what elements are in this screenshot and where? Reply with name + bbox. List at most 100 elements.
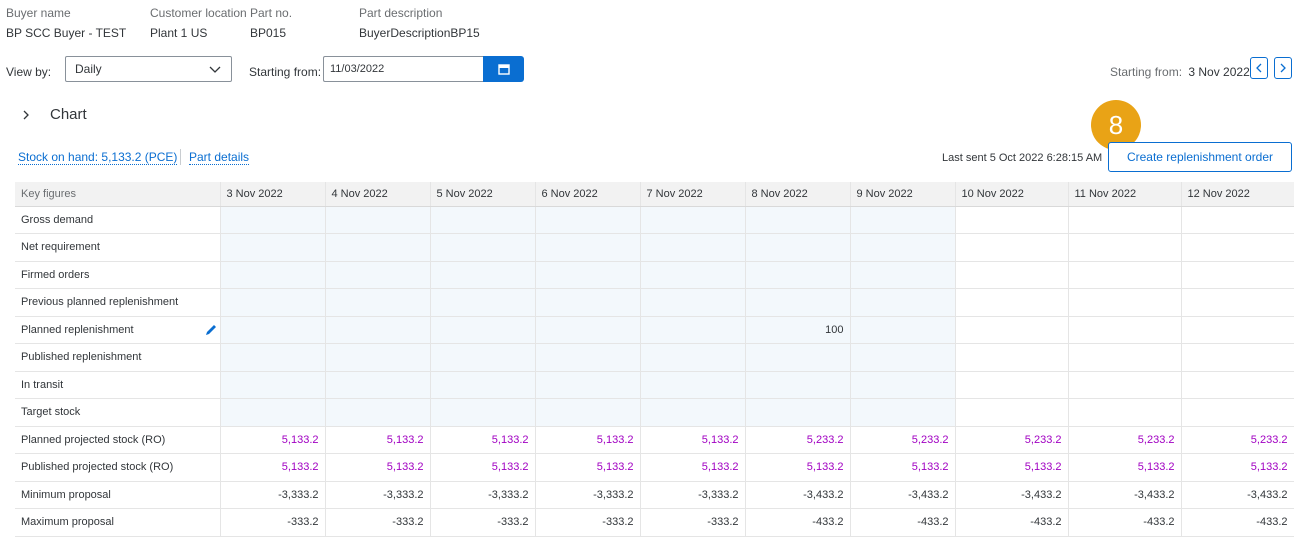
table-cell (220, 288, 326, 317)
last-sent-text: Last sent 5 Oct 2022 6:28:15 AM (942, 152, 1103, 164)
calendar-button[interactable] (483, 56, 524, 82)
key-figure-text: Gross demand (21, 213, 94, 226)
table-cell: 5,133.2 (220, 426, 326, 454)
key-figure-text: Firmed orders (21, 268, 90, 281)
table-cell (955, 288, 1069, 317)
table-cell (850, 261, 956, 289)
table-cell: 5,233.2 (1068, 426, 1182, 454)
table-cell (220, 371, 326, 399)
table-cell[interactable] (850, 316, 956, 344)
table-cell: -3,433.2 (955, 481, 1069, 509)
key-figure-label: Planned replenishment (15, 316, 221, 344)
key-figure-label: Minimum proposal (15, 481, 221, 509)
part-description-label: Part description (359, 6, 443, 20)
table-cell (745, 398, 851, 427)
starting-from-label: Starting from: (249, 65, 322, 79)
table-cell: -3,333.2 (325, 481, 431, 509)
table-cell (745, 261, 851, 289)
table-cell (430, 233, 536, 262)
date-column-header: 8 Nov 2022 (745, 182, 851, 207)
table-cell (535, 343, 641, 372)
table-cell: -433.2 (850, 508, 956, 537)
table-row: Planned projected stock (RO) 5,133.2 5,133… (15, 426, 1294, 454)
table-row: In transit (15, 371, 1294, 399)
table-cell (430, 288, 536, 317)
create-replenishment-order-button[interactable]: Create replenishment order (1108, 142, 1292, 172)
table-cell (1068, 288, 1182, 317)
part-no-label: Part no. (250, 6, 293, 20)
table-cell (640, 288, 746, 317)
key-figure-label: Planned projected stock (RO) (15, 426, 221, 454)
table-cell (640, 398, 746, 427)
key-figure-text: Minimum proposal (21, 488, 111, 501)
table-cell[interactable] (430, 316, 536, 344)
starting-from-date-value: 11/03/2022 (330, 63, 385, 75)
part-description-value: BuyerDescriptionBP15 (359, 26, 480, 40)
table-cell: 5,133.2 (850, 453, 956, 482)
table-cell[interactable]: 100 (745, 316, 851, 344)
table-cell (955, 233, 1069, 262)
table-row: Previous planned replenishment (15, 288, 1294, 317)
table-cell (640, 233, 746, 262)
table-cell[interactable] (640, 316, 746, 344)
key-figure-text: Maximum proposal (21, 516, 114, 529)
table-cell (745, 371, 851, 399)
table-cell[interactable] (1068, 316, 1182, 344)
key-figure-text: Net requirement (21, 241, 100, 254)
table-cell (850, 398, 956, 427)
table-cell: 5,133.2 (535, 426, 641, 454)
table-cell: 5,133.2 (430, 426, 536, 454)
right-starting-from: Starting from: 3 Nov 2022 (1110, 65, 1250, 79)
table-row: Firmed orders (15, 261, 1294, 289)
starting-from-date-input[interactable]: 11/03/2022 (323, 56, 483, 82)
table-cell: 5,233.2 (745, 426, 851, 454)
table-cell: 5,233.2 (850, 426, 956, 454)
table-cell[interactable] (1181, 316, 1294, 344)
table-cell (535, 288, 641, 317)
table-cell (430, 261, 536, 289)
part-details-link[interactable]: Part details (189, 151, 250, 165)
table-cell: -333.2 (430, 508, 536, 537)
next-period-button[interactable] (1274, 57, 1292, 79)
view-by-select[interactable]: Daily (65, 56, 232, 82)
stock-on-hand-link[interactable]: Stock on hand: 5,133.2 (PCE) (18, 151, 178, 165)
table-cell: 5,233.2 (955, 426, 1069, 454)
table-cell: -333.2 (220, 508, 326, 537)
table-row: Gross demand (15, 206, 1294, 234)
table-cell (535, 371, 641, 399)
chart-section-toggle[interactable]: Chart (20, 106, 87, 123)
table-cell (955, 206, 1069, 234)
table-cell (1068, 371, 1182, 399)
key-figure-label: Published projected stock (RO) (15, 453, 221, 482)
table-cell (1068, 398, 1182, 427)
key-figure-label: Published replenishment (15, 343, 221, 372)
edit-pencil-icon[interactable] (204, 323, 218, 337)
table-cell: 5,133.2 (1068, 453, 1182, 482)
key-figure-label: Maximum proposal (15, 508, 221, 537)
date-column-header: 12 Nov 2022 (1181, 182, 1294, 207)
table-cell (1181, 343, 1294, 372)
table-cell[interactable] (535, 316, 641, 344)
table-cell: -433.2 (1181, 508, 1294, 537)
table-cell[interactable] (955, 316, 1069, 344)
date-column-header: 3 Nov 2022 (220, 182, 326, 207)
table-cell (535, 233, 641, 262)
table-cell: -3,433.2 (1068, 481, 1182, 509)
table-cell (430, 371, 536, 399)
previous-period-button[interactable] (1250, 57, 1268, 79)
key-figures-header: Key figures (15, 182, 221, 207)
date-column-header: 11 Nov 2022 (1068, 182, 1182, 207)
table-cell: -333.2 (325, 508, 431, 537)
table-cell (535, 398, 641, 427)
table-cell[interactable] (220, 316, 326, 344)
table-cell (955, 398, 1069, 427)
table-cell (850, 371, 956, 399)
table-cell: 5,133.2 (220, 453, 326, 482)
table-cell[interactable] (325, 316, 431, 344)
right-starting-from-value: 3 Nov 2022 (1188, 65, 1250, 79)
key-figure-text: Published replenishment (21, 351, 142, 364)
table-cell (430, 343, 536, 372)
table-cell: -3,333.2 (535, 481, 641, 509)
key-figure-text: In transit (21, 378, 64, 391)
date-column-header: 10 Nov 2022 (955, 182, 1069, 207)
